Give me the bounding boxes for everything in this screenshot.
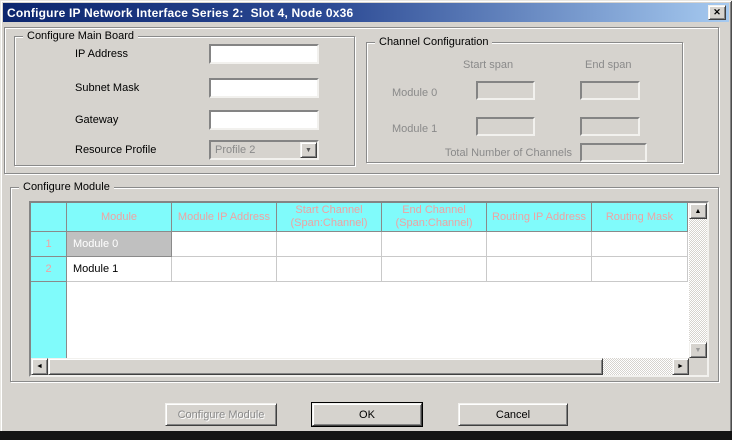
- end-span-header: End span: [585, 59, 631, 71]
- table-row: 2 Module 1: [31, 257, 689, 282]
- horizontal-scrollbar-thumb[interactable]: [48, 358, 603, 375]
- grid-corner-cell[interactable]: [31, 203, 67, 232]
- row-number-column-filler: [31, 282, 67, 358]
- window-title: Configure IP Network Interface Series 2:…: [3, 6, 353, 20]
- scroll-left-button[interactable]: ◄: [31, 358, 48, 375]
- subnet-mask-input[interactable]: [209, 78, 319, 98]
- ip-address-label: IP Address: [75, 48, 128, 60]
- total-channels-label: Total Number of Channels: [422, 147, 572, 159]
- column-header-label: Start Channel: [295, 204, 362, 217]
- channel-module0-label: Module 0: [392, 87, 437, 99]
- scroll-down-icon: ▼: [695, 347, 702, 354]
- total-channels-input: [580, 143, 647, 162]
- column-header-sublabel: (Span:Channel): [290, 217, 367, 230]
- module0-end-span-input: [580, 81, 640, 100]
- dialog-window: Configure IP Network Interface Series 2:…: [0, 0, 732, 440]
- group-main-board: Configure Main Board IP Address Subnet M…: [14, 36, 355, 166]
- resource-profile-combo: Profile 2 ▼: [209, 140, 319, 160]
- vertical-scrollbar[interactable]: ▲ ▼: [689, 203, 707, 358]
- row2-routing-ip-cell[interactable]: [487, 257, 592, 282]
- row1-number-cell[interactable]: 1: [31, 232, 67, 257]
- resource-profile-label: Resource Profile: [75, 144, 156, 156]
- row2-number-cell[interactable]: 2: [31, 257, 67, 282]
- title-bar: Configure IP Network Interface Series 2:…: [3, 3, 729, 22]
- column-header-label: Module IP Address: [178, 211, 270, 224]
- row2-start-channel-cell[interactable]: [277, 257, 382, 282]
- row2-routing-mask-cell[interactable]: [592, 257, 688, 282]
- close-icon: ✕: [713, 7, 721, 18]
- gateway-input[interactable]: [209, 110, 319, 130]
- grid-header-row: Module Module IP Address Start Channel (…: [31, 203, 689, 232]
- column-header-label: Routing Mask: [606, 211, 673, 224]
- column-header-routing-mask[interactable]: Routing Mask: [592, 203, 688, 232]
- scroll-right-icon: ►: [677, 363, 684, 370]
- module-table-viewport: Module Module IP Address Start Channel (…: [31, 203, 707, 375]
- column-header-module-ip[interactable]: Module IP Address: [172, 203, 277, 232]
- subnet-mask-label: Subnet Mask: [75, 82, 139, 94]
- configure-module-button: Configure Module: [165, 403, 277, 426]
- gateway-label: Gateway: [75, 114, 118, 126]
- column-header-start-channel[interactable]: Start Channel (Span:Channel): [277, 203, 382, 232]
- start-span-header: Start span: [463, 59, 513, 71]
- row2-module-cell[interactable]: Module 1: [67, 257, 172, 282]
- ok-button[interactable]: OK: [312, 403, 422, 426]
- row1-module-cell[interactable]: Module 0: [67, 232, 172, 257]
- horizontal-scrollbar[interactable]: ◄ ►: [31, 358, 689, 375]
- column-header-sublabel: (Span:Channel): [395, 217, 472, 230]
- resource-profile-value: Profile 2: [211, 144, 300, 156]
- column-header-label: Module: [101, 211, 137, 224]
- column-header-label: End Channel: [402, 204, 466, 217]
- column-header-module[interactable]: Module: [67, 203, 172, 232]
- scroll-right-button[interactable]: ►: [672, 358, 689, 375]
- bottom-strip: [0, 431, 732, 440]
- close-button[interactable]: ✕: [708, 5, 726, 20]
- row1-routing-mask-cell[interactable]: [592, 232, 688, 257]
- row2-end-channel-cell[interactable]: [382, 257, 487, 282]
- module-table: Module Module IP Address Start Channel (…: [29, 201, 709, 377]
- configure-module-group-label: Configure Module: [19, 181, 114, 194]
- row1-start-channel-cell[interactable]: [277, 232, 382, 257]
- row2-module-ip-cell[interactable]: [172, 257, 277, 282]
- scroll-down-button[interactable]: ▼: [689, 342, 707, 358]
- row1-module-ip-cell[interactable]: [172, 232, 277, 257]
- scroll-left-icon: ◄: [36, 363, 43, 370]
- module1-end-span-input: [580, 117, 640, 136]
- module0-start-span-input: [476, 81, 535, 100]
- column-header-label: Routing IP Address: [492, 211, 586, 224]
- cancel-button[interactable]: Cancel: [458, 403, 568, 426]
- row1-end-channel-cell[interactable]: [382, 232, 487, 257]
- module-grid: Module Module IP Address Start Channel (…: [31, 203, 689, 358]
- column-header-routing-ip[interactable]: Routing IP Address: [487, 203, 592, 232]
- channel-config-group-label: Channel Configuration: [375, 36, 492, 49]
- scroll-up-icon: ▲: [695, 208, 702, 215]
- ip-address-input[interactable]: [209, 44, 319, 64]
- chevron-down-icon: ▼: [300, 142, 317, 158]
- main-board-group-label: Configure Main Board: [23, 30, 138, 43]
- top-panel: Configure Main Board IP Address Subnet M…: [4, 27, 719, 174]
- column-header-end-channel[interactable]: End Channel (Span:Channel): [382, 203, 487, 232]
- module1-start-span-input: [476, 117, 535, 136]
- scrollbar-corner: [689, 358, 707, 375]
- table-row: 1 Module 0: [31, 232, 689, 257]
- scroll-up-button[interactable]: ▲: [689, 203, 707, 219]
- channel-module1-label: Module 1: [392, 123, 437, 135]
- row1-routing-ip-cell[interactable]: [487, 232, 592, 257]
- group-configure-module: Configure Module Module Module IP Addres…: [10, 187, 719, 382]
- group-channel-configuration: Channel Configuration Start span End spa…: [366, 42, 683, 163]
